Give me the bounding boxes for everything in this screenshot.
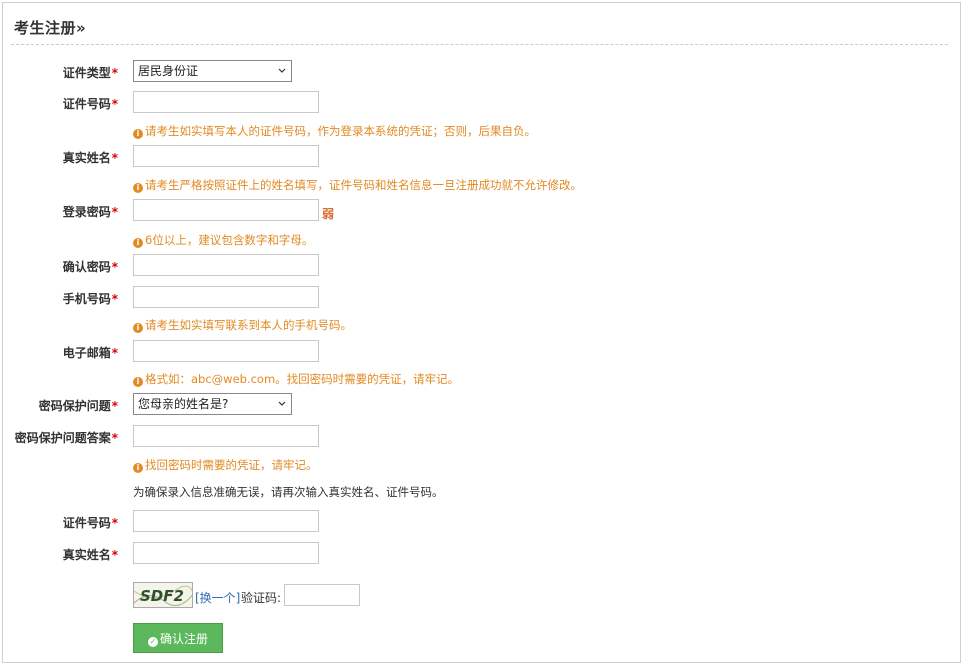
info-circle-icon: i	[133, 183, 143, 193]
confirm-register-label: 确认注册	[159, 631, 208, 646]
info-circle-icon: i	[133, 377, 143, 387]
phone-hint: i 请考生如实填写联系到本人的手机号码。	[133, 317, 352, 333]
captcha-label: 验证码:	[241, 591, 282, 605]
real-name-hint: i 请考生严格按照证件上的姓名填写，证件号码和姓名信息一旦注册成功就不允许修改。	[133, 177, 582, 193]
id-type-select[interactable]: 居民身份证	[133, 60, 292, 82]
real-name-again-label: 真实姓名*	[62, 548, 118, 562]
required-mark: *	[111, 516, 118, 530]
phone-label: 手机号码*	[62, 292, 118, 306]
id-number-input[interactable]	[133, 91, 319, 113]
email-label: 电子邮箱*	[62, 346, 118, 360]
check-circle-icon: ✓	[147, 636, 158, 647]
required-mark: *	[111, 205, 118, 219]
security-answer-hint: i 找回密码时需要的凭证，请牢记。	[133, 457, 318, 473]
info-circle-icon: i	[133, 463, 143, 473]
password-input[interactable]	[133, 199, 319, 221]
required-mark: *	[111, 431, 118, 445]
security-question-select[interactable]: 您母亲的姓名是?	[133, 393, 292, 415]
required-mark: *	[111, 260, 118, 274]
security-answer-input[interactable]	[133, 425, 319, 447]
id-number-hint: i 请考生如实填写本人的证件号码，作为登录本系统的凭证；否则，后果自负。	[133, 123, 536, 139]
captcha-image: SDF2	[133, 582, 193, 608]
required-mark: *	[111, 548, 118, 562]
real-name-again-input[interactable]	[133, 542, 319, 564]
email-input[interactable]	[133, 340, 319, 362]
real-name-input[interactable]	[133, 145, 319, 167]
confirm-password-label: 确认密码*	[62, 260, 118, 274]
registration-panel: 考生注册» 证件类型* 居民身份证 证件号码* i 请考生如实填写本人的证件号码，…	[2, 2, 961, 663]
password-strength: 弱	[322, 207, 335, 221]
id-number-again-input[interactable]	[133, 510, 319, 532]
captcha-noise: SDF2	[134, 585, 192, 606]
security-question-label: 密码保护问题*	[38, 399, 118, 413]
required-mark: *	[111, 292, 118, 306]
reconfirm-note: 为确保录入信息准确无误，请再次输入真实姓名、证件号码。	[133, 485, 444, 499]
captcha-input[interactable]	[284, 584, 360, 606]
required-mark: *	[111, 97, 118, 111]
chevron-down-icon	[278, 401, 286, 406]
title-divider	[11, 44, 948, 45]
info-circle-icon: i	[133, 129, 143, 139]
captcha-text: SDF2	[140, 587, 184, 605]
required-mark: *	[111, 346, 118, 360]
page-title: 考生注册»	[14, 19, 87, 37]
id-type-value: 居民身份证	[138, 64, 199, 78]
info-circle-icon: i	[133, 238, 143, 248]
security-answer-label: 密码保护问题答案*	[14, 431, 118, 445]
captcha-refresh-link[interactable]: [换一个]	[195, 589, 240, 606]
required-mark: *	[111, 399, 118, 413]
real-name-label: 真实姓名*	[62, 151, 118, 165]
required-mark: *	[111, 151, 118, 165]
security-question-value: 您母亲的姓名是?	[138, 397, 229, 411]
confirm-password-input[interactable]	[133, 254, 319, 276]
phone-input[interactable]	[133, 286, 319, 308]
info-circle-icon: i	[133, 323, 143, 333]
id-type-label: 证件类型*	[62, 66, 118, 80]
id-number-label: 证件号码*	[62, 97, 118, 111]
required-mark: *	[111, 66, 118, 80]
password-label: 登录密码*	[62, 205, 118, 219]
id-number-again-label: 证件号码*	[62, 516, 118, 530]
email-hint: i 格式如：abc@web.com。找回密码时需要的凭证，请牢记。	[133, 371, 459, 387]
password-hint: i 6位以上，建议包含数字和字母。	[133, 232, 313, 248]
confirm-register-button[interactable]: ✓ 确认注册	[133, 623, 223, 653]
chevron-down-icon	[278, 68, 286, 73]
